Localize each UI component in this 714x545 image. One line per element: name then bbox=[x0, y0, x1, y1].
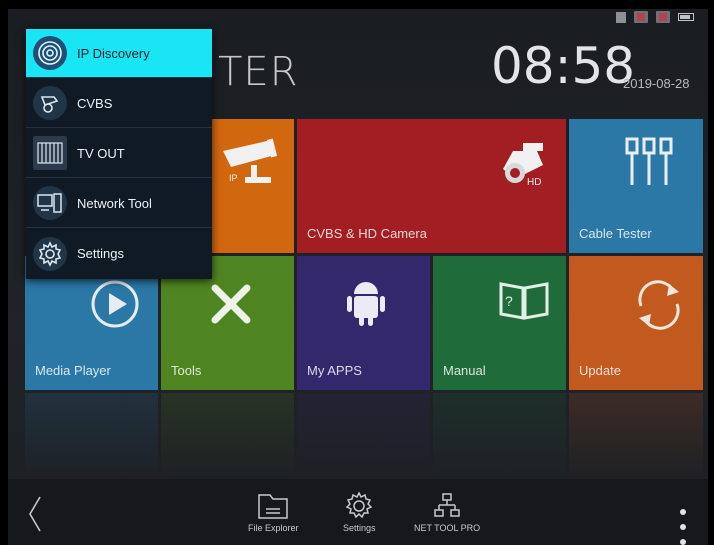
tile-label: Cable Tester bbox=[579, 226, 652, 241]
menu-item-label: TV OUT bbox=[77, 145, 125, 161]
folder-icon bbox=[258, 494, 288, 519]
book-icon: ? bbox=[499, 282, 549, 320]
tile-reflection bbox=[297, 393, 430, 483]
menu-item-tv-out[interactable]: TV OUT bbox=[26, 129, 212, 178]
network-icon bbox=[434, 493, 460, 517]
dropdown-menu: IP Discovery CVBS TV OUT Network Tool Se… bbox=[26, 29, 212, 279]
more-dot-icon bbox=[680, 539, 686, 545]
tile-reflection bbox=[569, 393, 703, 483]
tile-reflection bbox=[161, 393, 294, 483]
menu-item-label: IP Discovery bbox=[77, 45, 150, 61]
menu-item-settings[interactable]: Settings bbox=[26, 229, 212, 278]
more-options-button[interactable] bbox=[676, 509, 690, 545]
play-icon bbox=[91, 280, 139, 328]
cable-connector-icon bbox=[625, 137, 673, 185]
menu-item-cvbs[interactable]: CVBS bbox=[26, 79, 212, 128]
file-explorer-button[interactable]: File Explorer bbox=[248, 491, 299, 533]
bottom-bar: File Explorer Settings NET TOOL PRO bbox=[8, 479, 708, 545]
sd-card-icon bbox=[634, 11, 648, 23]
menu-item-label: Settings bbox=[77, 246, 124, 261]
tester-screen: TER 08:58 2019-08-28 IP HD CVBS & HD Cam… bbox=[8, 9, 708, 545]
date: 2019-08-28 bbox=[623, 76, 690, 91]
tile-reflection bbox=[433, 393, 566, 483]
menu-item-label: CVBS bbox=[77, 95, 113, 111]
net-tool-pro-button[interactable]: NET TOOL PRO bbox=[414, 491, 480, 533]
cctv-camera-icon bbox=[33, 86, 67, 120]
back-arrow-icon[interactable] bbox=[24, 493, 48, 535]
file-explorer-label: File Explorer bbox=[248, 523, 299, 533]
refresh-icon bbox=[638, 280, 680, 330]
tile-label: Tools bbox=[171, 363, 202, 378]
status-bar bbox=[616, 11, 694, 23]
tile-label: Manual bbox=[443, 363, 486, 378]
settings-button[interactable]: Settings bbox=[343, 491, 376, 533]
tile-label: Media Player bbox=[35, 363, 111, 378]
svg-text:HD: HD bbox=[527, 177, 541, 188]
more-dot-icon bbox=[680, 509, 686, 515]
settings-gear-icon bbox=[33, 236, 67, 271]
settings-label: Settings bbox=[343, 523, 376, 533]
gear-icon bbox=[345, 491, 373, 519]
menu-item-ip-discovery[interactable]: IP Discovery bbox=[26, 29, 212, 78]
tile-reflection bbox=[25, 393, 158, 483]
app-title: TER bbox=[218, 49, 299, 95]
android-icon bbox=[347, 282, 385, 326]
svg-text:?: ? bbox=[505, 293, 513, 309]
clock: 08:58 bbox=[491, 37, 636, 95]
ip-discovery-icon bbox=[33, 36, 67, 70]
tile-label: Update bbox=[579, 363, 621, 378]
svg-text:IP: IP bbox=[229, 173, 238, 183]
sim-icon bbox=[616, 11, 626, 23]
tools-icon bbox=[211, 284, 251, 324]
more-dot-icon bbox=[680, 524, 686, 530]
tile-manual[interactable]: ? Manual bbox=[433, 256, 566, 390]
tile-label: CVBS & HD Camera bbox=[307, 226, 427, 241]
dome-camera-icon: HD bbox=[503, 143, 543, 188]
tile-cable-tester[interactable]: Cable Tester bbox=[569, 119, 703, 253]
tile-my-apps[interactable]: My APPS bbox=[297, 256, 430, 390]
net-tool-pro-label: NET TOOL PRO bbox=[414, 523, 481, 533]
ip-camera-icon: IP bbox=[223, 138, 278, 183]
menu-item-network-tool[interactable]: Network Tool bbox=[26, 179, 212, 228]
sd-card-icon bbox=[656, 11, 670, 23]
tile-cvbs-hd-camera[interactable]: HD CVBS & HD Camera bbox=[297, 119, 566, 253]
tv-out-icon bbox=[33, 136, 67, 170]
network-tool-icon bbox=[33, 186, 67, 220]
tile-update[interactable]: Update bbox=[569, 256, 703, 390]
menu-item-label: Network Tool bbox=[77, 195, 152, 211]
battery-icon bbox=[678, 13, 694, 21]
tile-label: My APPS bbox=[307, 363, 362, 378]
